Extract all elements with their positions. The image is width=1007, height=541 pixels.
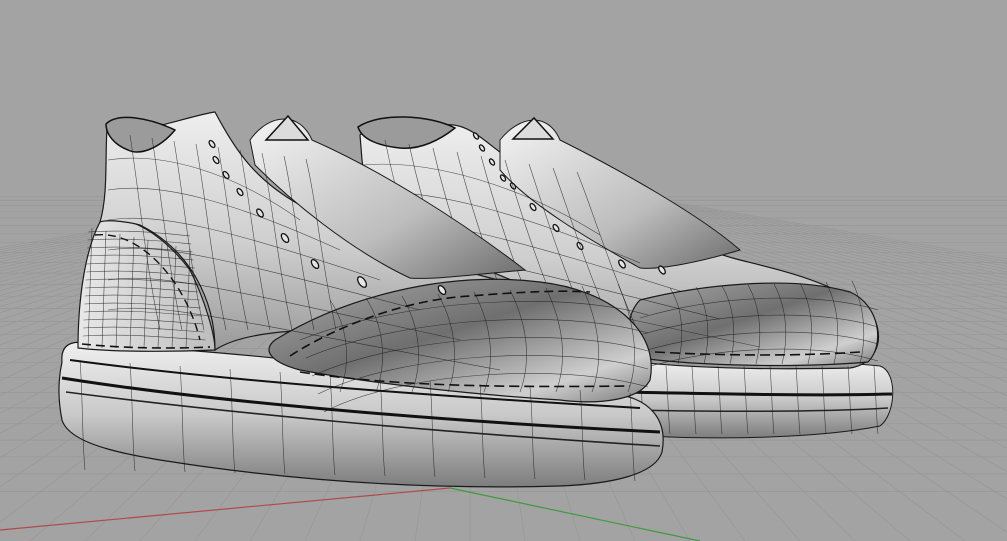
3d-viewport[interactable]: [0, 0, 1007, 541]
